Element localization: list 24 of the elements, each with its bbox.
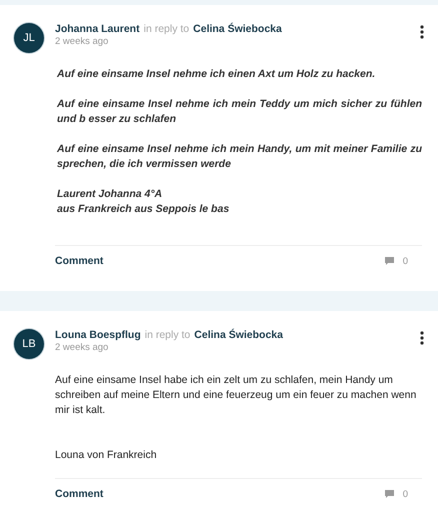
- avatar: JL: [14, 23, 44, 53]
- comment-count: 0: [402, 256, 408, 266]
- reply-label: in reply to: [144, 23, 190, 35]
- comment-link[interactable]: Comment: [55, 255, 104, 267]
- comment-text: Auf eine einsame Insel nehme ich mein Handy, um mit meiner Familie zu sprechen, die ich vermissen werde: [56, 142, 422, 172]
- speech-bubble-icon: [384, 257, 394, 265]
- comment-text: Auf eine einsame Insel nehme ich einen Axt um Holz zu hacken.: [56, 67, 376, 82]
- speech-bubble-icon: [384, 490, 394, 498]
- reply-to-name[interactable]: Celina Świebocka: [194, 329, 283, 341]
- comment-text: Louna von Frankreich: [55, 448, 158, 463]
- kebab-menu-icon[interactable]: [420, 25, 424, 39]
- timestamp: 2 weeks ago: [55, 36, 110, 48]
- comment-link[interactable]: Comment: [55, 488, 104, 500]
- comment-text: Auf eine einsame Insel nehme ich mein Teddy um mich sicher zu fühlen und b esser zu schlafen: [56, 97, 422, 127]
- comment-text: Auf eine einsame Insel habe ich ein zelt um zu schlafen, mein Handy um schreiben auf meine Eltern und eine feuerzeug um ein feuer zu machen wenn mir ist kalt.: [55, 373, 418, 418]
- avatar: LB: [14, 329, 44, 359]
- reply-to-name[interactable]: Celina Świebocka: [193, 23, 282, 35]
- reply-label: in reply to: [144, 329, 190, 341]
- kebab-menu-icon[interactable]: [420, 331, 424, 345]
- author-name[interactable]: Johanna Laurent: [55, 23, 140, 35]
- author-name[interactable]: Louna Boespflug: [55, 329, 141, 341]
- comment-text: Laurent Johanna 4°A aus Frankreich aus Seppois le bas: [56, 187, 230, 217]
- timestamp: 2 weeks ago: [55, 342, 110, 354]
- comment-count: 0: [402, 488, 408, 500]
